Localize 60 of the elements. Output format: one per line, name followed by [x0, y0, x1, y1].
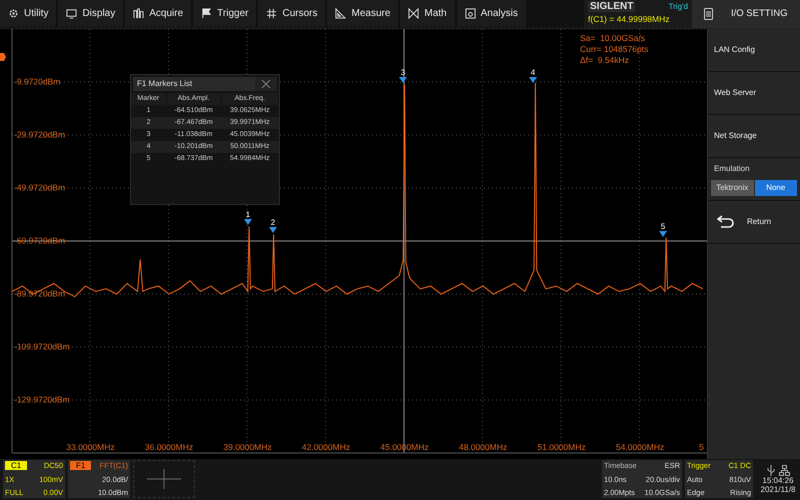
y-axis-label: -89.9720dBm — [14, 288, 66, 298]
menu-item[interactable]: Analysis — [456, 0, 528, 27]
return-button[interactable]: Return — [708, 200, 800, 244]
marker-pointer[interactable]: 1 — [244, 210, 252, 225]
flag-icon — [201, 8, 212, 19]
option-toggle[interactable]: None — [754, 180, 797, 196]
bars-icon — [133, 8, 144, 19]
menu-button[interactable]: Net Storage — [708, 114, 800, 158]
marker-pointer[interactable]: 5 — [659, 222, 667, 237]
ruler-icon — [335, 8, 346, 19]
usb-icon — [766, 464, 774, 476]
option-label: Emulation — [713, 164, 751, 173]
network-icon — [778, 464, 790, 476]
close-button[interactable] — [255, 76, 277, 91]
bowtie-icon — [408, 8, 420, 19]
menu-button[interactable]: Web Server — [708, 72, 800, 115]
close-icon — [261, 78, 271, 89]
menu-item[interactable]: Display — [58, 0, 126, 27]
marker-pointer[interactable]: 4 — [529, 68, 537, 83]
monitor-icon — [66, 8, 78, 19]
x-axis-label: 33.0000MHz — [66, 442, 115, 452]
document-icon — [704, 8, 713, 20]
acquisition-readout: Curr= 1048576pts — [580, 44, 648, 55]
menu-button[interactable]: LAN Config — [708, 28, 800, 72]
y-axis-label: -49.9720dBm — [14, 182, 66, 192]
menu-item[interactable]: Utility — [0, 0, 58, 27]
x-axis-label: 54.0000MHz — [616, 442, 664, 452]
y-axis-label: -109.9720dBm — [14, 340, 70, 351]
channel-tag: F1 — [70, 461, 92, 470]
channel-tag: C1 — [5, 461, 28, 470]
acquisition-readout: Sa= 10.00GSa/s — [580, 32, 646, 44]
menu-item[interactable]: Math — [400, 0, 457, 27]
x-axis-label: 51.0000MHz — [537, 442, 586, 452]
x-axis-label: 42.0000MHz — [302, 442, 350, 452]
trigger-status: Trig'd — [668, 2, 688, 11]
grid-icon — [266, 8, 278, 19]
y-axis-label: -29.9720dBm — [14, 128, 66, 139]
x-axis-label: 5 — [699, 442, 704, 452]
brand-logo: SIGLENT — [588, 1, 636, 12]
dialog-title: F1 Markers List — [137, 79, 192, 88]
menu-item[interactable]: Trigger — [193, 0, 258, 27]
marker-pointer[interactable]: 2 — [269, 218, 277, 233]
return-arrow-icon — [717, 214, 735, 229]
y-axis-label: -9.9720dBm — [14, 76, 60, 86]
gear-icon — [8, 8, 19, 19]
clock-time: 15:04:26 — [762, 476, 794, 485]
y-axis-label: -129.9720dBm — [14, 394, 70, 404]
marker-pointer[interactable]: 3 — [399, 68, 407, 83]
frequency-readout: f(C1) = 44.99998MHz — [588, 14, 670, 24]
menu-item[interactable]: Acquire — [125, 0, 194, 27]
x-axis-label: 48.0000MHz — [458, 442, 508, 452]
clock-date: 2021/11/8 — [760, 484, 796, 494]
level-marker-icon — [0, 52, 6, 61]
menu-item[interactable]: Cursors — [258, 0, 328, 27]
option-toggle[interactable]: Tektronix — [711, 180, 754, 196]
acquisition-readout: Δf= 9.54kHz — [580, 54, 630, 66]
x-axis-label: 36.0000MHz — [144, 442, 194, 452]
x-axis-label: 39.0000MHz — [223, 442, 272, 452]
menu-item[interactable]: Measure — [327, 0, 400, 27]
panel-title-text: I/O SETTING — [731, 8, 788, 20]
